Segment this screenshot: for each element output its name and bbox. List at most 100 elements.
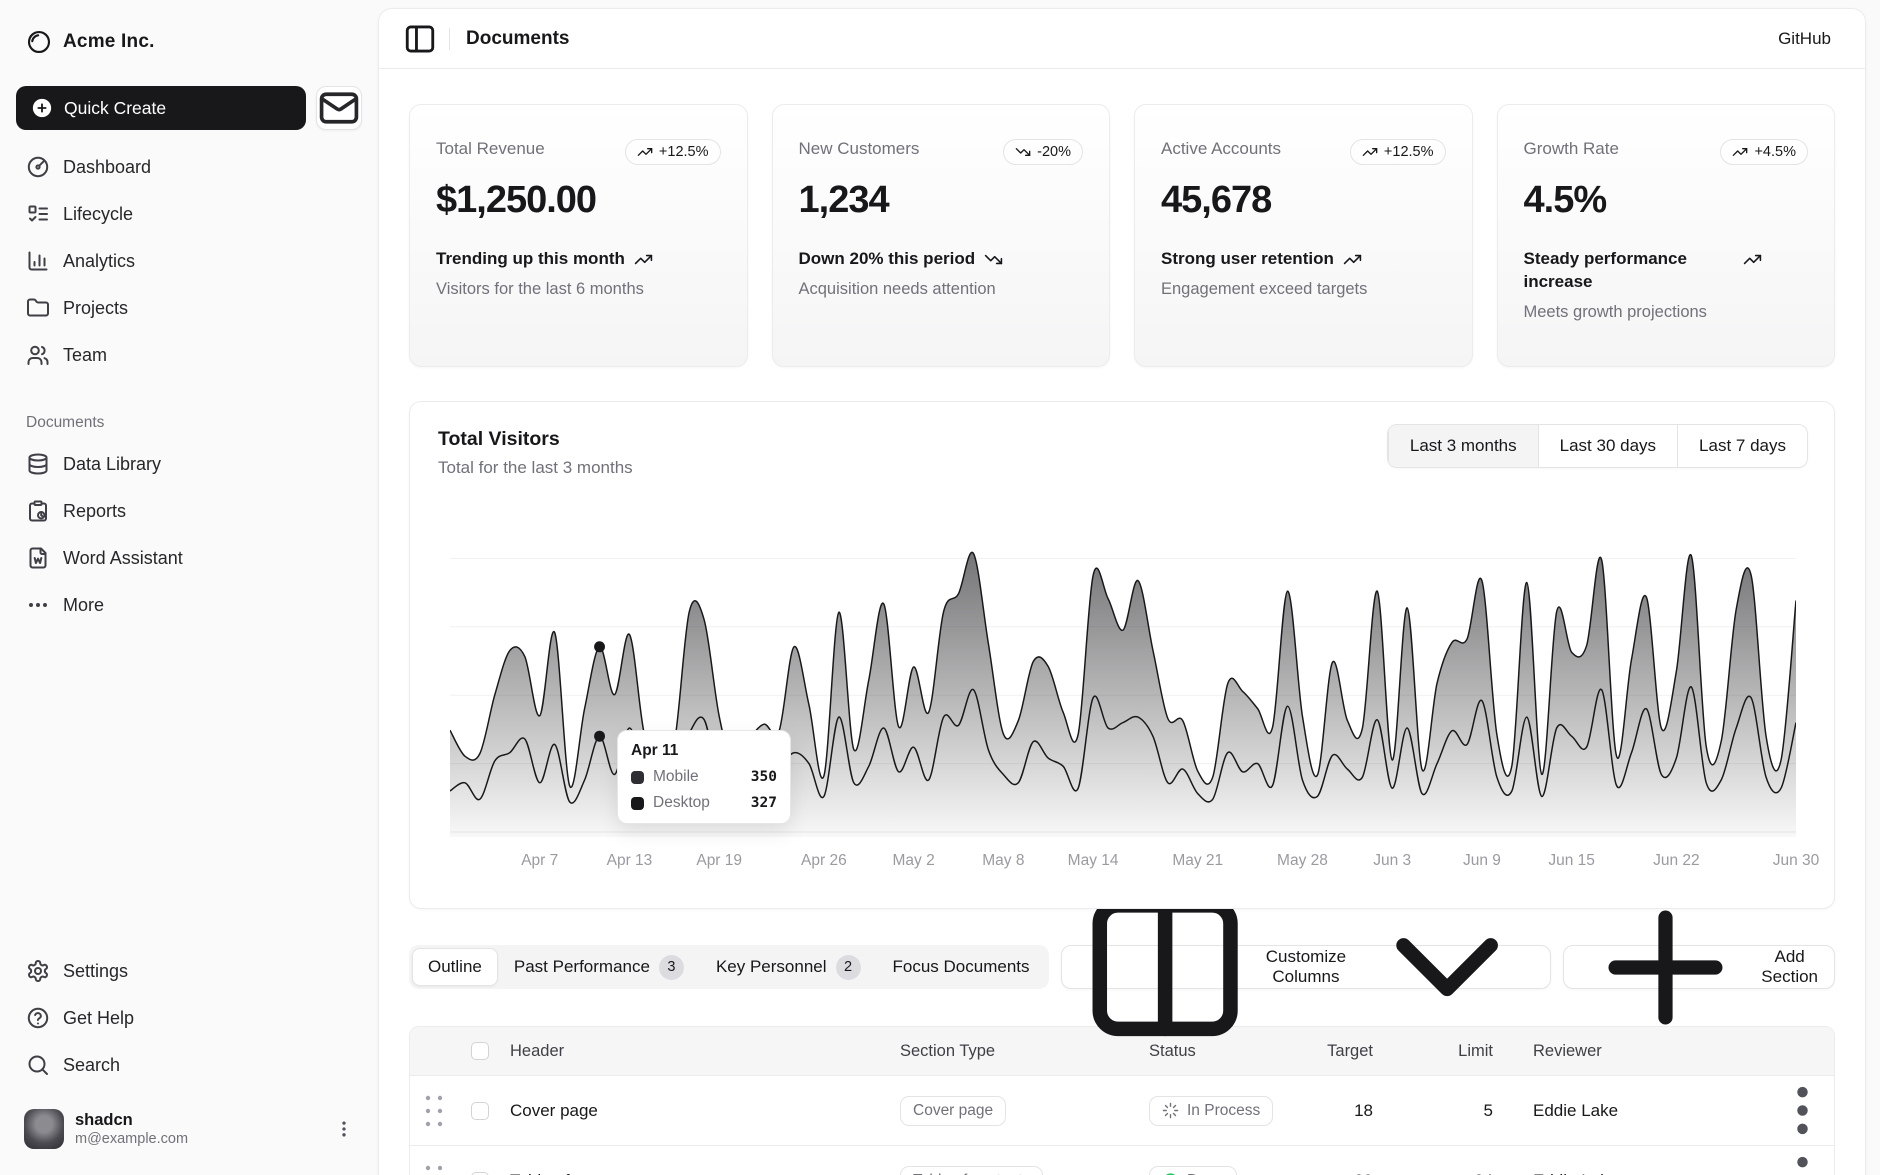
section-tab[interactable]: Past Performance 3 [498,948,700,986]
x-tick-label: Apr 13 [607,852,653,870]
stat-value: 45,678 [1161,179,1446,222]
column-header[interactable]: Limit [1389,1042,1509,1061]
column-header[interactable]: Section Type [900,1042,1149,1061]
tab-label: Past Performance [514,957,650,977]
series-value: 327 [751,795,777,811]
customize-columns-button[interactable]: Customize Columns [1061,945,1552,989]
stat-footer-subtitle: Engagement exceed targets [1161,280,1446,299]
folder-icon [26,296,50,320]
sidebar-nav-item[interactable]: Analytics [16,240,362,282]
time-range-option[interactable]: Last 30 days [1538,425,1677,467]
target-cell[interactable]: 18 [1289,1101,1389,1121]
sidebar-toggle-button[interactable] [403,22,437,56]
x-axis: Apr 7Apr 13Apr 19Apr 26May 2May 8May 14M… [450,852,1796,876]
ellipsis-vertical-icon[interactable] [334,1119,354,1139]
section-tab[interactable]: Focus Documents [877,948,1046,986]
series-swatch [631,771,644,784]
column-header[interactable]: Status [1149,1042,1289,1061]
stat-label: Total Revenue [436,139,545,159]
brand-name: Acme Inc. [63,31,155,53]
limit-cell[interactable]: 5 [1389,1101,1509,1121]
time-range-option[interactable]: Last 7 days [1677,425,1807,467]
help-icon [26,1006,50,1030]
brand[interactable]: Acme Inc. [16,20,362,64]
sidebar-document-item[interactable]: Word Assistant [16,537,362,579]
reviewer-cell[interactable]: Eddie Lake [1509,1101,1771,1121]
nav-item-label: Get Help [63,1008,134,1029]
section-type-badge: Table of contents [900,1166,1043,1175]
content: Total Revenue +12.5% $1,250.00 Trending … [379,69,1865,1175]
inbox-button[interactable] [316,86,362,130]
limit-cell[interactable]: 24 [1389,1171,1509,1175]
trend-badge: +12.5% [1350,139,1446,165]
sidebar-nav-item[interactable]: Team [16,334,362,376]
drag-handle-icon[interactable] [410,1157,458,1175]
row-header-cell[interactable]: Cover page [502,1101,900,1121]
section-tab[interactable]: Key Personnel 2 [700,948,877,986]
sidebar-documents-nav: Data Library Reports Word Assistant More [16,443,362,631]
row-menu-icon[interactable] [1771,1149,1834,1175]
quick-create-button[interactable]: Quick Create [16,86,306,130]
status-badge: Done [1149,1166,1237,1175]
tab-label: Focus Documents [893,957,1030,977]
trending-up-icon [1743,250,1762,269]
column-header[interactable]: Header [502,1042,900,1061]
trending-down-icon [984,250,1003,269]
nav-item-label: Projects [63,298,128,319]
users-icon [26,343,50,367]
time-range-option[interactable]: Last 3 months [1388,425,1538,467]
app: Acme Inc. Quick Create Dashboard Lif [0,0,1880,1175]
trend-badge: +4.5% [1720,139,1808,165]
row-menu-icon[interactable] [1771,1079,1834,1142]
stat-value: $1,250.00 [436,179,721,222]
add-section-button[interactable]: Add Section [1563,945,1835,989]
x-tick-label: May 8 [982,852,1024,870]
tab-count-badge: 3 [659,955,684,980]
nav-item-label: Settings [63,961,128,982]
nav-item-label: Dashboard [63,157,151,178]
sidebar-document-item[interactable]: Reports [16,490,362,532]
panel-left-icon [403,22,437,56]
reviewer-cell[interactable]: Eddie Lake [1509,1171,1771,1175]
github-link[interactable]: GitHub [1778,29,1831,49]
trend-value: +4.5% [1754,144,1796,160]
trending-up-icon [1362,144,1378,160]
visitors-chart-card: Total Visitors Total for the last 3 mont… [409,401,1835,909]
stat-label: Growth Rate [1524,139,1619,159]
sidebar-document-item[interactable]: Data Library [16,443,362,485]
target-cell[interactable]: 29 [1289,1171,1389,1175]
column-header[interactable]: Target [1289,1042,1389,1061]
nav-item-label: Data Library [63,454,161,475]
x-tick-label: May 21 [1172,852,1223,870]
sidebar-footer-item[interactable]: Get Help [16,997,362,1039]
sidebar-footer-item[interactable]: Settings [16,950,362,992]
tooltip-row: Desktop 327 [631,794,777,812]
row-checkbox[interactable] [471,1102,489,1120]
nav-item-label: Word Assistant [63,548,183,569]
sidebar-document-item[interactable]: More [16,584,362,626]
column-header[interactable]: Reviewer [1509,1042,1771,1061]
sidebar-section-label: Documents [16,407,362,439]
search-icon [26,1053,50,1077]
sidebar-nav-item[interactable]: Projects [16,287,362,329]
trending-up-icon [1732,144,1748,160]
trend-badge: -20% [1003,139,1083,165]
x-tick-label: Apr 19 [696,852,742,870]
sidebar-nav-item[interactable]: Dashboard [16,146,362,188]
sidebar-nav-item[interactable]: Lifecycle [16,193,362,235]
chart-plot: Apr 11 Mobile 350 [450,542,1796,837]
nav-item-label: More [63,595,104,616]
x-tick-label: May 2 [893,852,935,870]
stat-value: 1,234 [799,179,1084,222]
section-tab[interactable]: Outline [412,948,498,986]
drag-handle-icon[interactable] [410,1087,458,1135]
sidebar-footer-item[interactable]: Search [16,1044,362,1086]
nav-item-label: Reports [63,501,126,522]
user-menu[interactable]: shadcn m@example.com [16,1101,362,1157]
select-all-checkbox[interactable] [471,1042,489,1060]
row-checkbox[interactable] [471,1172,489,1175]
avatar [24,1109,64,1149]
report-icon [26,499,50,523]
stat-card: Total Revenue +12.5% $1,250.00 Trending … [409,104,748,367]
row-header-cell[interactable]: Table of contents [502,1171,900,1175]
